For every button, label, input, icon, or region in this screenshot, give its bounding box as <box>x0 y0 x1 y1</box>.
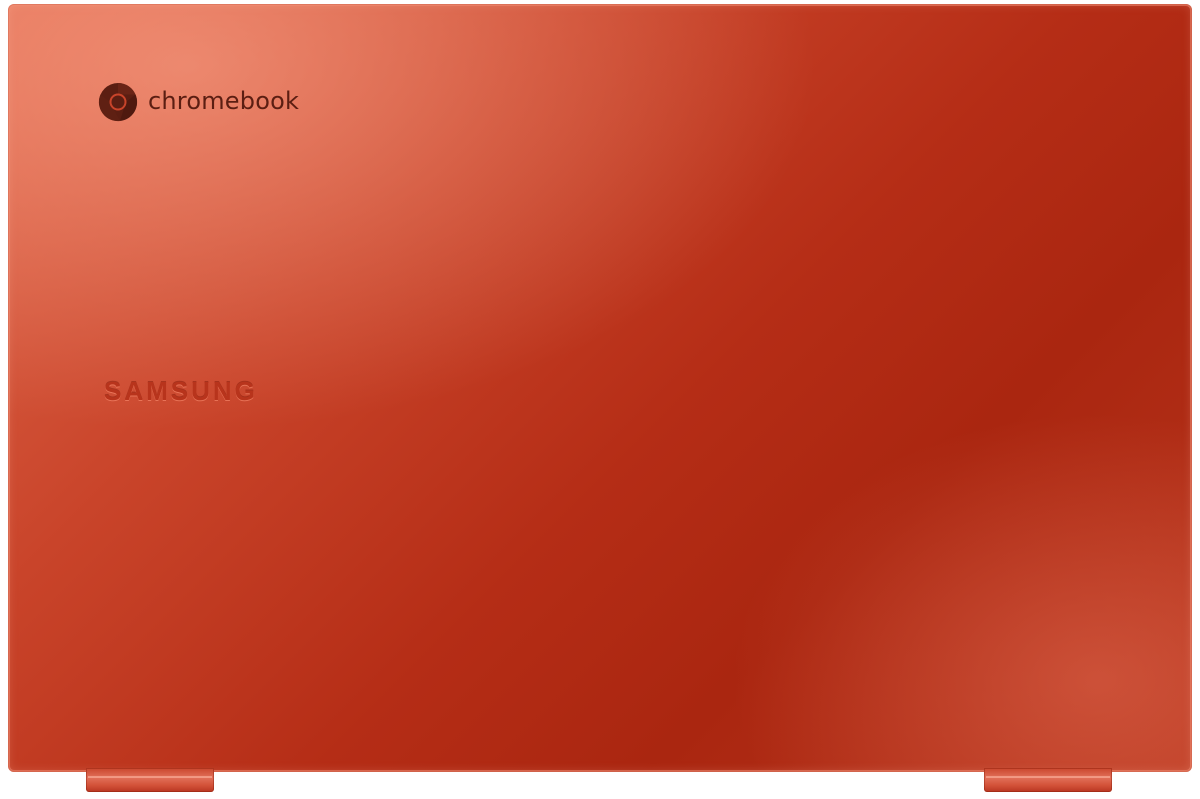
laptop-lid: chromebook SAMSUNG <box>8 4 1192 772</box>
chromebook-logo: chromebook <box>98 82 299 122</box>
left-hinge <box>86 768 214 792</box>
chromebook-wordmark: chromebook <box>148 86 300 115</box>
right-hinge <box>984 768 1112 792</box>
samsung-wordmark: SAMSUNG <box>104 376 258 406</box>
product-photo: chromebook SAMSUNG <box>0 0 1200 799</box>
chrome-logo-icon <box>98 82 138 122</box>
